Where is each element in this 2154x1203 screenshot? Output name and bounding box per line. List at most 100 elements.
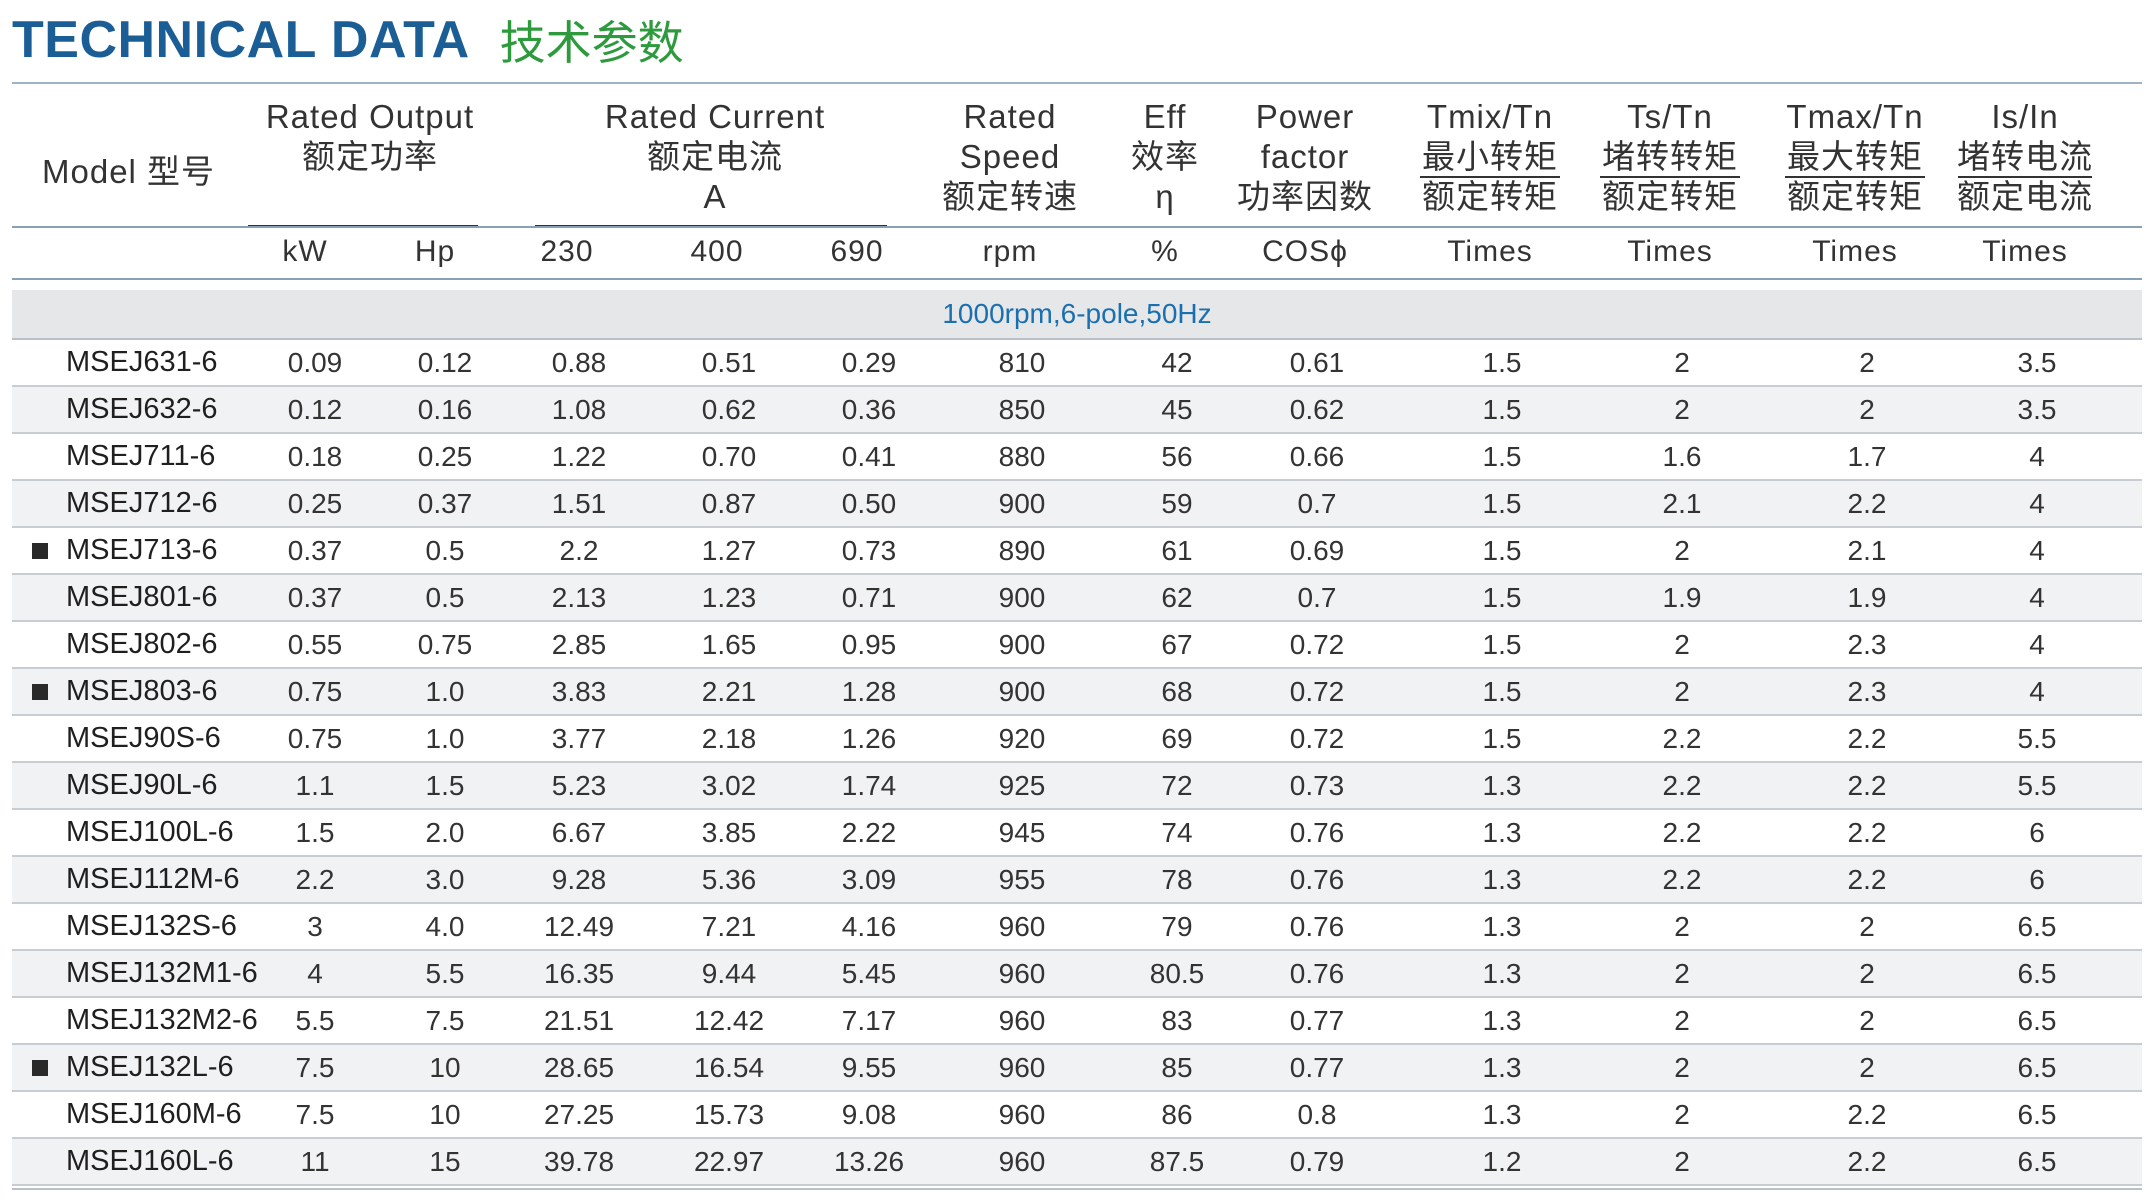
cell-hp: 7.5 [425, 1005, 465, 1036]
cell-i230: 1.08 [551, 394, 607, 425]
cell-i400: 0.87 [701, 488, 757, 519]
cell-is: 6.5 [2017, 1005, 2057, 1036]
cell-rpm: 880 [998, 441, 1046, 472]
cell-kw: 0.18 [287, 441, 343, 472]
cell-i230: 2.2 [559, 535, 599, 566]
cell-i400: 3.85 [701, 817, 757, 848]
cell-cos: 0.62 [1289, 394, 1345, 425]
cell-i690: 0.95 [841, 629, 897, 660]
cell-rpm: 925 [998, 770, 1046, 801]
section-band: 1000rpm,6-pole,50Hz [12, 290, 2142, 340]
cell-tmin: 1.5 [1482, 394, 1522, 425]
cell-cos: 0.72 [1289, 676, 1345, 707]
cell-cos: 0.69 [1289, 535, 1345, 566]
cell-hp: 0.37 [417, 488, 473, 519]
cell-i690: 0.29 [841, 347, 897, 378]
cell-is: 4 [2029, 488, 2045, 519]
cell-rpm: 955 [998, 864, 1046, 895]
cell-model: MSEJ160M-6 [66, 1098, 242, 1130]
cell-tmax: 2 [1859, 1005, 1875, 1036]
cell-tmin: 1.3 [1482, 1052, 1522, 1083]
unit-230: 230 [540, 235, 594, 268]
cell-rpm: 890 [998, 535, 1046, 566]
title-english: TECHNICAL DATA [12, 11, 470, 69]
ts-fraction-line [1600, 176, 1740, 178]
cell-kw: 1.5 [295, 817, 335, 848]
cell-kw: 7.5 [295, 1052, 335, 1083]
cell-i400: 9.44 [701, 958, 757, 989]
unit-690: 690 [830, 235, 884, 268]
header-model: Model 型号 [42, 153, 216, 190]
table-row: MSEJ132S-6 3 4.0 12.49 7.21 4.16 960 79 0.76 1.3 2… [12, 904, 2142, 951]
cell-i690: 0.50 [841, 488, 897, 519]
cell-tmin: 1.3 [1482, 1005, 1522, 1036]
unit-400: 400 [690, 235, 744, 268]
cell-cos: 0.66 [1289, 441, 1345, 472]
table-row: MSEJ100L-6 1.5 2.0 6.67 3.85 2.22 945 74 0.76 1.3… [12, 810, 2142, 857]
cell-i230: 2.85 [551, 629, 607, 660]
unit-rpm: rpm [982, 235, 1038, 268]
cell-kw: 0.75 [287, 723, 343, 754]
cell-kw: 5.5 [295, 1005, 335, 1036]
cell-hp: 10 [429, 1052, 461, 1083]
cell-cos: 0.72 [1289, 723, 1345, 754]
table-row: MSEJ802-6 0.55 0.75 2.85 1.65 0.95 900 67 0.72 1.… [12, 622, 2142, 669]
cell-kw: 0.55 [287, 629, 343, 660]
page-title: TECHNICAL DATA 技术参数 [12, 10, 684, 70]
cell-i690: 1.26 [841, 723, 897, 754]
cell-model: MSEJ112M-6 [66, 863, 240, 895]
cell-is: 6.5 [2017, 958, 2057, 989]
cell-ts: 1.6 [1662, 441, 1702, 472]
cell-ts: 2 [1674, 535, 1690, 566]
cell-i400: 1.23 [701, 582, 757, 613]
cell-eff: 56 [1161, 441, 1193, 472]
cell-tmin: 1.3 [1482, 1099, 1522, 1130]
cell-ts: 2 [1674, 394, 1690, 425]
cell-tmax: 2 [1859, 394, 1875, 425]
table-row: MSEJ801-6 0.37 0.5 2.13 1.23 0.71 900 62 0.7 1.5 1… [12, 575, 2142, 622]
cell-is: 4 [2029, 582, 2045, 613]
cell-hp: 5.5 [425, 958, 465, 989]
cell-ts: 1.9 [1662, 582, 1702, 613]
cell-is: 4 [2029, 676, 2045, 707]
square-marker-icon [32, 1060, 48, 1076]
cell-rpm: 900 [998, 582, 1046, 613]
cell-eff: 69 [1161, 723, 1193, 754]
cell-i400: 1.65 [701, 629, 757, 660]
cell-i690: 9.55 [841, 1052, 897, 1083]
cell-hp: 1.0 [425, 676, 465, 707]
cell-tmin: 1.5 [1482, 347, 1522, 378]
cell-tmax: 2 [1859, 958, 1875, 989]
header-rated-speed: Rated Speed 额定转速 [942, 98, 1078, 215]
cell-is: 3.5 [2017, 347, 2057, 378]
cell-tmax: 2.2 [1847, 1146, 1887, 1177]
cell-tmax: 2.2 [1847, 864, 1887, 895]
table-row: MSEJ132M1-6 4 5.5 16.35 9.44 5.45 960 80.5 0.76 1… [12, 951, 2142, 998]
cell-i230: 27.25 [543, 1099, 615, 1130]
cell-kw: 0.12 [287, 394, 343, 425]
cell-i400: 2.21 [701, 676, 757, 707]
cell-cos: 0.72 [1289, 629, 1345, 660]
cell-i690: 0.73 [841, 535, 897, 566]
cell-i690: 4.16 [841, 911, 897, 942]
cell-i690: 2.22 [841, 817, 897, 848]
cell-rpm: 960 [998, 958, 1046, 989]
square-marker-icon [32, 543, 48, 559]
cell-model: MSEJ803-6 [66, 675, 218, 707]
cell-is: 6 [2029, 864, 2045, 895]
cell-i400: 16.54 [693, 1052, 765, 1083]
cell-i400: 0.62 [701, 394, 757, 425]
cell-cos: 0.77 [1289, 1005, 1345, 1036]
header-tmax-ratio: Tmax/Tn 最大转矩 额定转矩 [1786, 98, 1924, 215]
cell-cos: 0.8 [1297, 1099, 1337, 1130]
cell-i400: 3.02 [701, 770, 757, 801]
table-row: MSEJ132M2-6 5.5 7.5 21.51 12.42 7.17 960 83 0.77… [12, 998, 2142, 1045]
cell-i230: 0.88 [551, 347, 607, 378]
cell-i230: 9.28 [551, 864, 607, 895]
table-row: MSEJ90S-6 0.75 1.0 3.77 2.18 1.26 920 69 0.72 1.5… [12, 716, 2142, 763]
cell-tmin: 1.5 [1482, 535, 1522, 566]
cell-ts: 2.2 [1662, 864, 1702, 895]
cell-ts: 2 [1674, 1052, 1690, 1083]
unit-times: Times [1812, 235, 1898, 268]
cell-tmax: 2.2 [1847, 817, 1887, 848]
